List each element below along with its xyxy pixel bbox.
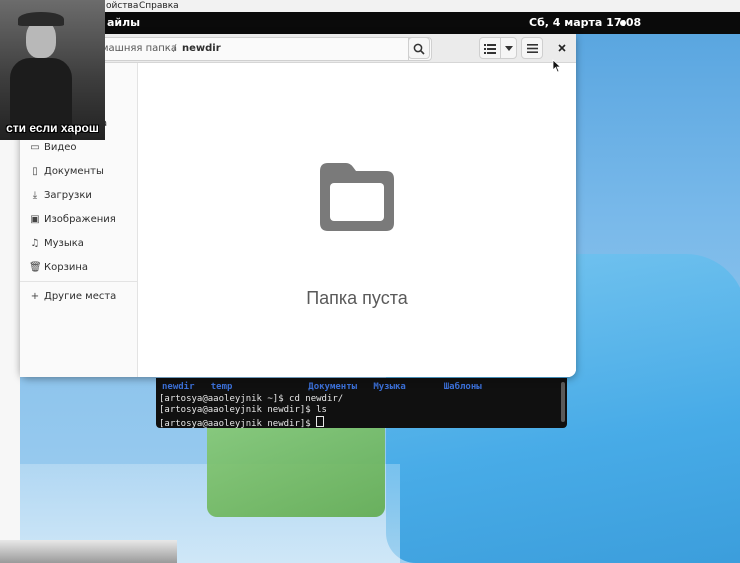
- plus-icon: +: [30, 291, 40, 302]
- trash-icon: 🗑: [29, 262, 42, 273]
- file-view[interactable]: Папка пуста: [138, 63, 576, 377]
- sidebar-item-label: Изображения: [44, 214, 116, 225]
- sidebar-item-label: Музыка: [44, 238, 84, 249]
- sidebar-item-pictures[interactable]: ▣ Изображения: [29, 211, 116, 229]
- sidebar-item-documents[interactable]: ▯ Документы: [29, 163, 104, 181]
- sidebar-item-label: Видео: [44, 142, 77, 153]
- chevron-down-icon: [504, 46, 513, 51]
- sidebar-item-label: Корзина: [44, 262, 89, 273]
- sidebar-item-label: Документы: [44, 166, 104, 177]
- sidebar-item-videos[interactable]: ▭ Видео: [29, 139, 77, 157]
- download-icon: ⤓: [32, 190, 38, 201]
- webcam-person-hat: [18, 12, 64, 26]
- sidebar-item-label: Другие места: [44, 291, 117, 302]
- mouse-pointer-icon: [552, 59, 562, 73]
- video-icon: ▭: [30, 142, 40, 153]
- notification-dot-icon[interactable]: [620, 20, 626, 26]
- main-menu-button[interactable]: [521, 37, 543, 59]
- path-home[interactable]: машняя папка: [101, 38, 177, 60]
- terminal-prompt[interactable]: [artosya@aaoleyjnik newdir]$: [159, 416, 325, 429]
- document-icon: ▯: [32, 166, 38, 177]
- close-button[interactable]: [551, 37, 573, 59]
- sidebar-item-music[interactable]: ♫ Музыка: [29, 235, 84, 253]
- sidebar-item-trash[interactable]: 🗑 Корзина: [29, 259, 88, 277]
- music-icon: ♫: [30, 238, 40, 249]
- search-icon: [413, 43, 425, 55]
- hamburger-menu-icon: [526, 44, 538, 53]
- terminal-line: [artosya@aaoleyjnik ~]$ cd newdir/: [159, 394, 344, 404]
- terminal-ls-output: newdir temp Документы Музыка Шаблоны: [162, 382, 482, 392]
- terminal-prompt-text: [artosya@aaoleyjnik newdir]$: [159, 419, 317, 429]
- webcam-caption: сти если харош: [6, 121, 99, 135]
- sidebar-item-other-locations[interactable]: + Другие места: [29, 288, 117, 306]
- path-current[interactable]: newdir: [182, 38, 221, 60]
- path-bar[interactable]: машняя папка / newdir: [92, 37, 432, 61]
- search-button[interactable]: [408, 37, 430, 59]
- close-icon: [558, 44, 566, 52]
- terminal-scrollbar[interactable]: [561, 382, 565, 422]
- terminal-cursor: [316, 416, 325, 427]
- terminal-line: [artosya@aaoleyjnik newdir]$ ls: [159, 405, 327, 415]
- path-separator: /: [173, 43, 177, 54]
- app-menu[interactable]: айлы: [107, 12, 140, 34]
- top-bar: айлы Сб, 4 марта 17:08: [0, 12, 740, 34]
- webcam-overlay: сти если харош: [0, 0, 105, 140]
- list-view-icon: [484, 44, 496, 54]
- sidebar-divider: [20, 281, 137, 282]
- empty-folder-icon: [320, 163, 394, 231]
- menu-item-properties[interactable]: ойства: [106, 0, 138, 12]
- empty-folder-message: Папка пуста: [306, 288, 408, 308]
- menu-bar: ойства Справка: [0, 0, 740, 12]
- terminal-window[interactable]: newdir temp Документы Музыка Шаблоны [ar…: [156, 378, 567, 429]
- sidebar-item-downloads[interactable]: ⤓ Загрузки: [29, 187, 92, 205]
- sidebar-item-label: Загрузки: [44, 190, 92, 201]
- menu-item-help[interactable]: Справка: [139, 0, 179, 12]
- view-options-button[interactable]: [500, 37, 517, 59]
- webcam-overlay-bottom: [0, 540, 177, 563]
- list-view-button[interactable]: [479, 37, 501, 59]
- image-icon: ▣: [30, 214, 40, 225]
